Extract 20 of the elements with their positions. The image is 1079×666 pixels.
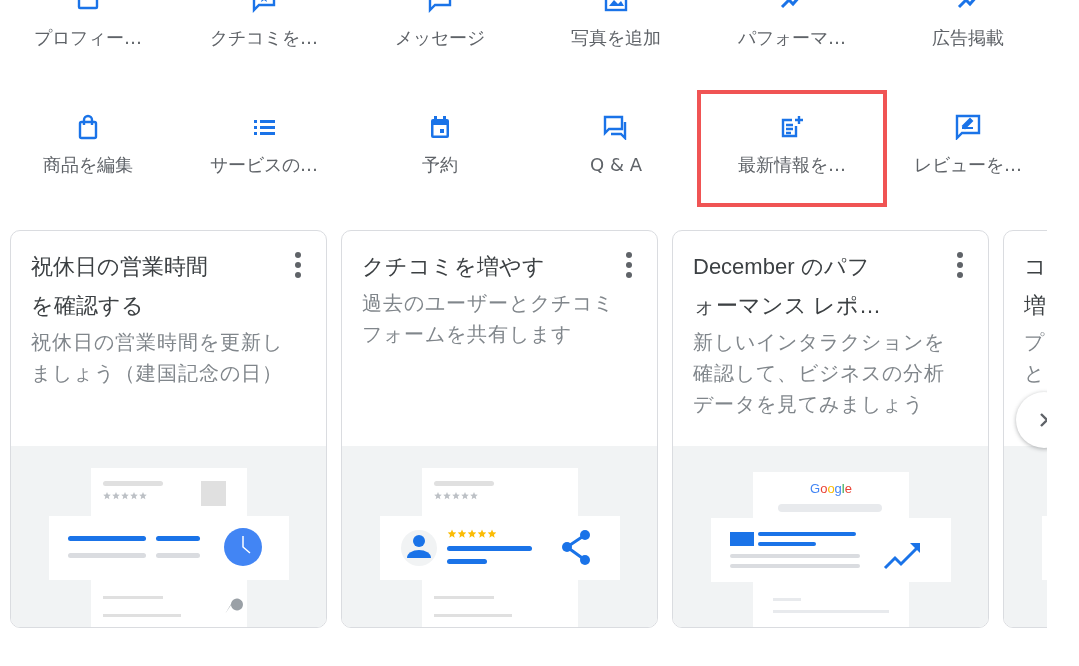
more-options-icon[interactable] <box>956 251 964 279</box>
card-description: 新しいインタラクションを確認して、ビジネスの分析データを見てみましょう <box>693 330 946 417</box>
suggestion-card[interactable]: クチコミを増やす 過去のユーザーとクチコミフォームを共有します <box>341 230 658 628</box>
more-options-icon[interactable] <box>294 251 302 279</box>
card-title: 祝休日の営業時間を確認する <box>31 253 209 320</box>
suggestion-card[interactable]: December のパフォーマンス レポ… 新しいインタラクションを確認して、ビジネスの分析データを見てみましょう Google <box>672 230 989 628</box>
card-title: December のパフォーマンス レポ… <box>693 253 883 320</box>
card-description: 過去のユーザーとクチコミフォームを共有します <box>362 291 615 347</box>
edit-icon <box>955 114 981 140</box>
suggestion-card[interactable]: コ増 プと <box>1003 230 1047 628</box>
more-options-icon[interactable] <box>625 251 633 279</box>
logo-text: Google <box>810 481 852 496</box>
post-icon <box>779 114 805 140</box>
card-title: クチコミを増やす <box>362 253 546 281</box>
suggestion-card[interactable]: 祝休日の営業時間を確認する 祝休日の営業時間を更新しましょう（建国記念の日） <box>10 230 327 628</box>
action-button[interactable]: 最新情報を… <box>697 90 887 207</box>
qa-icon <box>603 114 629 140</box>
card-description: プと <box>1024 330 1046 386</box>
card-description: 祝休日の営業時間を更新しましょう（建国記念の日） <box>31 330 284 386</box>
card-title: コ増 <box>1024 253 1047 320</box>
